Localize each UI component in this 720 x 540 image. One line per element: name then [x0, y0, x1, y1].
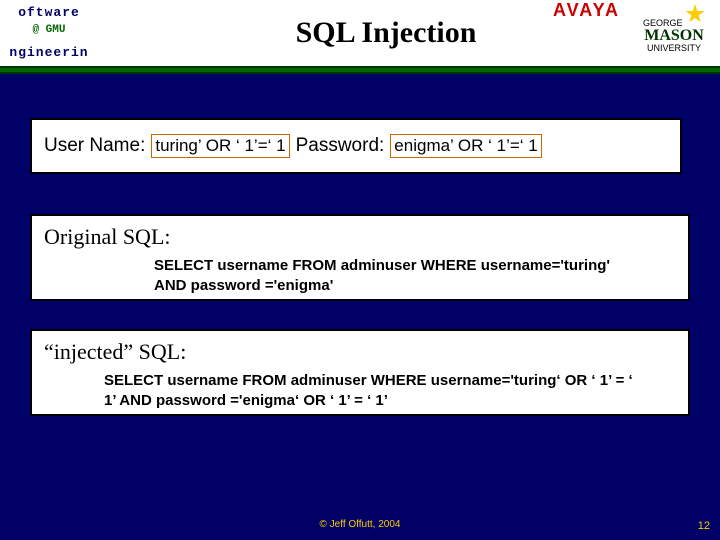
injected-sql-code: SELECT username FROM adminuser WHERE use… [44, 371, 676, 410]
credentials-panel: User Name: turing’ OR ‘ 1’=‘ 1 Password:… [30, 118, 682, 174]
avaya-logo: AVAYA [553, 0, 620, 21]
slide-header: oftware @ GMU ngineerin SQL Injection AV… [0, 0, 720, 66]
original-sql-code: SELECT username FROM adminuser WHERE use… [44, 256, 676, 295]
password-input[interactable]: enigma’ OR ‘ 1’=‘ 1 [390, 134, 541, 158]
gmu-logo-bot: UNIVERSITY [647, 43, 701, 53]
original-sql-label: Original SQL: [44, 224, 676, 250]
gmu-logo-mid: MASON [630, 28, 718, 44]
software-engineering-gmu-logo: oftware @ GMU ngineerin [6, 4, 92, 62]
logo-text-top: oftware [6, 6, 92, 20]
slide-number: 12 [698, 520, 710, 532]
star-icon [685, 4, 705, 24]
footer-copyright: © Jeff Offutt, 2004 [0, 519, 720, 530]
gmu-logo: GEORGE MASON UNIVERSITY [630, 2, 718, 60]
password-label: Password: [296, 135, 385, 157]
username-input[interactable]: turing’ OR ‘ 1’=‘ 1 [151, 134, 289, 158]
header-divider [0, 66, 720, 74]
injected-sql-label: “injected” SQL: [44, 339, 676, 365]
slide-title: SQL Injection [92, 16, 720, 50]
original-sql-panel: Original SQL: SELECT username FROM admin… [30, 214, 690, 301]
logo-text-mid: @ GMU [6, 24, 92, 36]
injected-sql-panel: “injected” SQL: SELECT username FROM adm… [30, 329, 690, 416]
username-label: User Name: [44, 135, 145, 157]
logo-text-bot: ngineerin [6, 46, 92, 60]
